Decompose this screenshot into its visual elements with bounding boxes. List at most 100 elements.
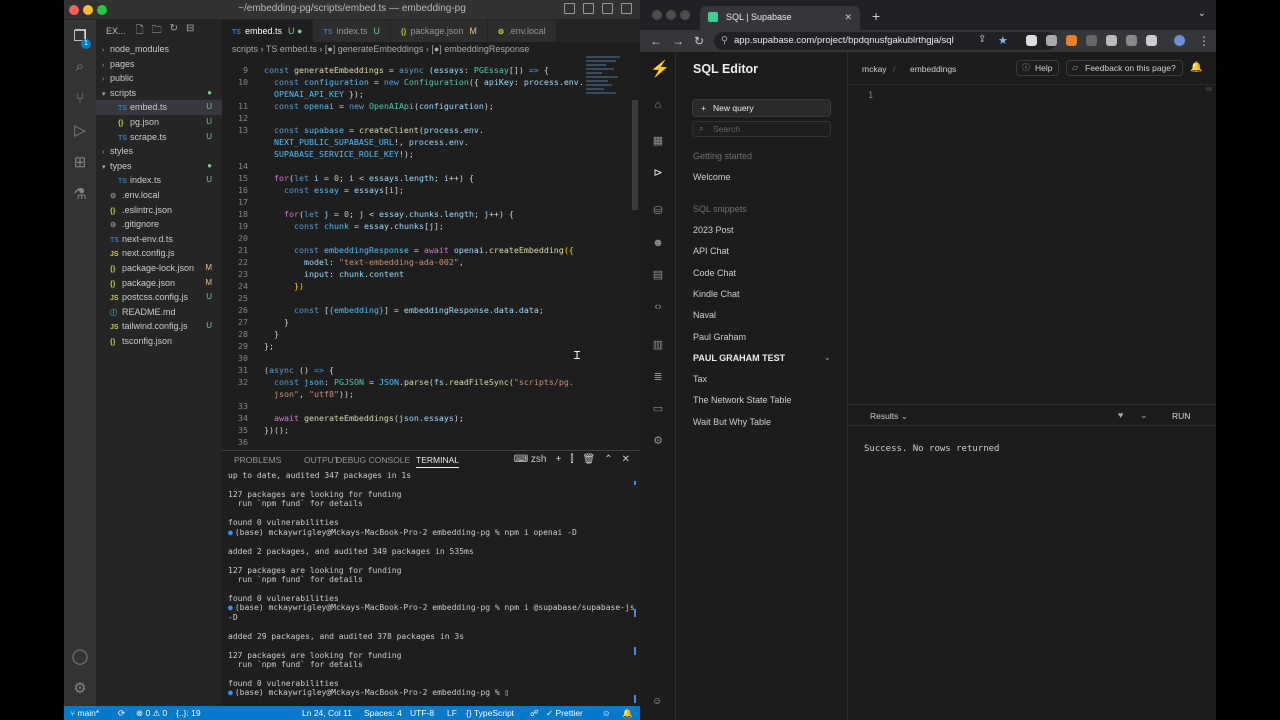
- snippet-item[interactable]: 2023 Post: [693, 225, 734, 235]
- welcome-snippet[interactable]: Welcome: [693, 172, 730, 182]
- crumb-project[interactable]: mckay: [862, 64, 887, 74]
- extension-icon[interactable]: [1046, 35, 1057, 46]
- cursor-position[interactable]: Ln 24, Col 11: [302, 706, 352, 720]
- kill-terminal-icon[interactable]: 🗑: [583, 454, 596, 465]
- minimap[interactable]: [586, 56, 626, 156]
- tree-folder[interactable]: › pages: [96, 57, 222, 72]
- collapse-all-icon[interactable]: ⊟: [186, 23, 194, 40]
- sidebar-toggle-icon[interactable]: [1146, 35, 1157, 46]
- panel-tab-problems[interactable]: PROBLEMS: [234, 455, 281, 465]
- snippet-item[interactable]: Paul Graham: [693, 332, 746, 342]
- tree-file[interactable]: JS next.config.js: [96, 246, 222, 261]
- layout-icon[interactable]: [621, 3, 632, 14]
- tree-file[interactable]: ⚙ .env.local: [96, 188, 222, 203]
- language-mode[interactable]: {} TypeScript: [466, 706, 514, 720]
- symbol-summary[interactable]: {..}: 19: [176, 706, 201, 720]
- database-icon[interactable]: ⛁: [651, 204, 665, 218]
- sql-query-editor[interactable]: 1: [848, 84, 1216, 404]
- user-icon[interactable]: ☺: [652, 696, 662, 707]
- browser-minimize-button[interactable]: [666, 10, 676, 20]
- feedback-icon[interactable]: ☺: [602, 706, 611, 720]
- share-icon[interactable]: ⇪: [978, 34, 986, 45]
- snippet-item[interactable]: The Network State Table: [693, 395, 791, 405]
- tree-file[interactable]: TS index.ts U: [96, 173, 222, 188]
- notifications-bell-icon[interactable]: 🔔: [1190, 62, 1202, 73]
- split-terminal-icon[interactable]: ⫿: [570, 454, 573, 465]
- bookmark-star-icon[interactable]: ★: [998, 34, 1008, 47]
- panel-tab-debug-console[interactable]: DEBUG CONSOLE: [336, 455, 410, 465]
- favorite-heart-icon[interactable]: ♥: [1118, 410, 1123, 420]
- new-query-button[interactable]: New query: [692, 99, 831, 117]
- tree-file[interactable]: {} package.json M: [96, 276, 222, 291]
- project-settings-icon[interactable]: ⚙: [651, 434, 665, 448]
- editor-tab[interactable]: TS embed.ts U ●: [222, 20, 314, 42]
- new-folder-icon[interactable]: 🗀: [152, 23, 162, 40]
- snippet-item[interactable]: Wait But Why Table: [693, 417, 771, 427]
- snippet-item[interactable]: PAUL GRAHAM TEST: [693, 353, 785, 363]
- snippet-options-chevron-icon[interactable]: ⌄: [824, 353, 831, 362]
- results-tab[interactable]: Results ⌄: [870, 411, 908, 422]
- notifications-icon[interactable]: 🔔: [622, 706, 633, 720]
- new-terminal-icon[interactable]: +: [555, 454, 561, 465]
- snippet-item[interactable]: Code Chat: [693, 268, 736, 278]
- tree-file[interactable]: TS embed.ts U: [96, 100, 222, 115]
- run-button[interactable]: RUN: [1172, 411, 1190, 421]
- api-docs-icon[interactable]: ▭: [651, 402, 665, 416]
- tree-folder[interactable]: ▾ types ●: [96, 159, 222, 174]
- new-tab-icon[interactable]: +: [872, 8, 880, 24]
- browser-tab[interactable]: SQL | Supabase ✕: [700, 6, 860, 30]
- tree-file[interactable]: {} tsconfig.json: [96, 334, 222, 349]
- edge-functions-icon[interactable]: ‹›: [651, 300, 665, 314]
- toggle-sidebar-icon[interactable]: [564, 3, 575, 14]
- encoding[interactable]: UTF-8: [410, 706, 434, 720]
- editor-scrollbar[interactable]: [1206, 87, 1212, 91]
- snippet-item[interactable]: Tax: [693, 374, 707, 384]
- new-file-icon[interactable]: 🗋: [136, 23, 144, 40]
- tree-file[interactable]: JS tailwind.config.js U: [96, 319, 222, 334]
- editor-tab[interactable]: ⚙ .env.local: [487, 20, 557, 42]
- live-share-icon[interactable]: ☍: [530, 706, 539, 720]
- search-icon[interactable]: ⌕: [71, 58, 89, 76]
- browser-close-button[interactable]: [652, 10, 662, 20]
- extensions-icon[interactable]: ⊞: [71, 154, 89, 172]
- toggle-panel-icon[interactable]: [583, 3, 594, 14]
- supabase-logo-icon[interactable]: ⚡: [650, 62, 670, 78]
- tree-file[interactable]: JS postcss.config.js U: [96, 290, 222, 305]
- source-control-icon[interactable]: ⑂: [71, 90, 89, 108]
- terminal-shell-icon[interactable]: ⌨ zsh: [514, 454, 547, 465]
- tab-search-icon[interactable]: ⌄: [1198, 8, 1206, 19]
- editor-tab[interactable]: TS index.ts U: [313, 20, 391, 42]
- storage-icon[interactable]: ▤: [651, 268, 665, 282]
- crumb-page[interactable]: embeddings: [910, 64, 956, 74]
- extension-icon[interactable]: [1106, 35, 1117, 46]
- tree-folder[interactable]: ▾ scripts ●: [96, 86, 222, 101]
- panel-tab-terminal[interactable]: TERMINAL: [416, 455, 459, 468]
- profile-avatar[interactable]: [1174, 35, 1185, 46]
- maximize-panel-icon[interactable]: ⌃: [604, 454, 612, 465]
- problems-count[interactable]: ⊗ 0 ⚠ 0: [136, 706, 167, 720]
- snippet-search-input[interactable]: ⌕ Search: [692, 121, 831, 137]
- home-icon[interactable]: ⌂: [651, 98, 665, 112]
- site-info-icon[interactable]: ⚲: [721, 32, 728, 50]
- snippet-item[interactable]: Kindle Chat: [693, 289, 740, 299]
- help-button[interactable]: ⓘ Help: [1016, 60, 1060, 76]
- editor-scrollbar[interactable]: [632, 100, 638, 210]
- sql-editor-icon[interactable]: ⊳: [651, 166, 665, 180]
- branch-indicator[interactable]: ⑂ main*: [70, 706, 99, 720]
- tree-file[interactable]: {} package-lock.json M: [96, 261, 222, 276]
- tree-file[interactable]: ⚙ .gitignore: [96, 217, 222, 232]
- settings-gear-icon[interactable]: ⚙: [71, 680, 89, 698]
- snippet-item[interactable]: API Chat: [693, 246, 729, 256]
- sync-icon[interactable]: ⟳: [118, 706, 125, 720]
- extensions-puzzle-icon[interactable]: [1126, 35, 1137, 46]
- extension-icon[interactable]: [1026, 35, 1037, 46]
- chevron-down-icon[interactable]: ⌄: [1140, 410, 1148, 421]
- breadcrumb[interactable]: scripts › TS embed.ts › [●] generateEmbe…: [222, 42, 640, 56]
- testing-icon[interactable]: ⚗: [71, 186, 89, 204]
- refresh-icon[interactable]: ↻: [170, 23, 178, 40]
- eol[interactable]: LF: [447, 706, 457, 720]
- run-debug-icon[interactable]: ▷: [71, 122, 89, 140]
- back-icon[interactable]: ←: [650, 34, 662, 48]
- tree-file[interactable]: TS scrape.ts U: [96, 130, 222, 145]
- prettier-status[interactable]: ✓ Prettier: [546, 706, 583, 720]
